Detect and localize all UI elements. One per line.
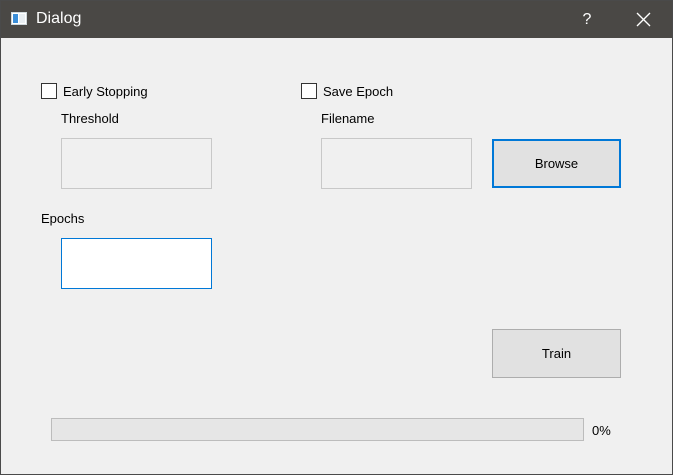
- epochs-input[interactable]: [61, 238, 212, 289]
- progress-bar: [51, 418, 584, 441]
- filename-label: Filename: [321, 111, 375, 126]
- close-icon: [636, 12, 651, 27]
- progress-percent: 0%: [592, 423, 611, 438]
- close-button[interactable]: [619, 1, 669, 38]
- help-button[interactable]: ?: [567, 1, 607, 38]
- early-stopping-checkbox[interactable]: [41, 83, 57, 99]
- window-app-icon: [11, 12, 27, 25]
- title-bar[interactable]: Dialog ?: [1, 1, 672, 38]
- early-stopping-label[interactable]: Early Stopping: [63, 84, 148, 99]
- threshold-label: Threshold: [61, 111, 119, 126]
- train-button[interactable]: Train: [492, 329, 621, 378]
- dialog-window: Dialog ? Early Stopping Save Epoch Thres…: [0, 0, 673, 475]
- save-epoch-checkbox[interactable]: [301, 83, 317, 99]
- epochs-label: Epochs: [41, 211, 85, 226]
- window-title: Dialog: [36, 10, 82, 27]
- filename-input[interactable]: [321, 138, 472, 189]
- browse-button[interactable]: Browse: [492, 139, 621, 188]
- save-epoch-label[interactable]: Save Epoch: [323, 84, 393, 99]
- threshold-input[interactable]: [61, 138, 212, 189]
